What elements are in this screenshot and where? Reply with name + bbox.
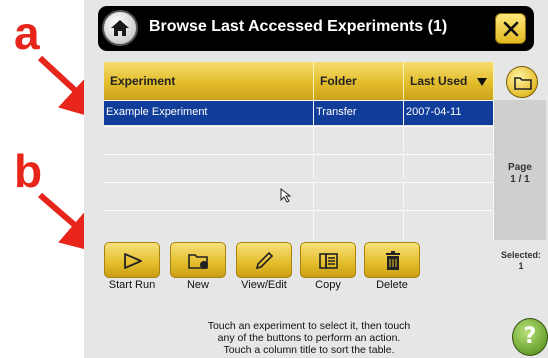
table-row-empty[interactable] bbox=[104, 154, 495, 179]
cell-empty bbox=[404, 127, 494, 151]
title-bar: Browse Last Accessed Experiments (1) bbox=[98, 6, 534, 51]
view-edit-button[interactable] bbox=[236, 242, 292, 278]
start-run-label: Start Run bbox=[108, 279, 156, 291]
cell-empty bbox=[104, 127, 314, 151]
selected-count: 1 bbox=[518, 261, 524, 271]
page-number: 1 / 1 bbox=[510, 174, 530, 185]
cell-empty bbox=[314, 211, 404, 240]
mouse-pointer-icon bbox=[280, 188, 292, 203]
column-label: Experiment bbox=[110, 74, 176, 88]
copy-icon bbox=[319, 253, 338, 269]
delete-button[interactable] bbox=[364, 242, 420, 278]
delete-label: Delete bbox=[376, 279, 408, 291]
start-run-button[interactable] bbox=[104, 242, 160, 278]
table-row-empty[interactable] bbox=[104, 182, 495, 207]
column-label: Folder bbox=[320, 74, 357, 88]
copy-button[interactable] bbox=[300, 242, 356, 278]
cell-empty bbox=[104, 155, 314, 179]
column-header-folder[interactable]: Folder bbox=[314, 62, 404, 100]
new-button[interactable] bbox=[170, 242, 226, 278]
table-row[interactable]: Example Experiment Transfer 2007-04-11 bbox=[104, 100, 495, 125]
column-header-last-used[interactable]: Last Used bbox=[404, 62, 494, 100]
pager-panel: Page 1 / 1 bbox=[494, 100, 546, 240]
help-button[interactable]: ? bbox=[512, 318, 548, 356]
cell-folder: Transfer bbox=[314, 101, 404, 125]
sort-down-icon bbox=[477, 78, 487, 86]
home-icon bbox=[111, 20, 129, 36]
new-label: New bbox=[186, 279, 209, 291]
page-label: Page bbox=[508, 162, 532, 173]
instruction-line: any of the buttons to perform an action. bbox=[217, 332, 401, 344]
column-label: Last Used bbox=[410, 74, 468, 88]
view-edit-label: View/Edit bbox=[241, 279, 287, 291]
new-folder-icon bbox=[188, 254, 208, 269]
close-icon bbox=[503, 21, 519, 37]
cell-empty bbox=[404, 183, 494, 207]
cell-empty bbox=[404, 155, 494, 179]
page-title: Browse Last Accessed Experiments (1) bbox=[149, 18, 448, 35]
cell-last-used: 2007-04-11 bbox=[404, 101, 494, 125]
folder-icon bbox=[514, 77, 532, 90]
cell-empty bbox=[104, 211, 314, 240]
cell-empty bbox=[404, 211, 494, 240]
close-button[interactable] bbox=[495, 13, 526, 44]
pencil-icon bbox=[255, 251, 274, 270]
cell-empty bbox=[314, 127, 404, 151]
home-button[interactable] bbox=[102, 10, 138, 46]
selected-label: Selected: bbox=[500, 250, 542, 260]
table-row-empty[interactable] bbox=[104, 126, 495, 151]
instruction-line: Touch an experiment to select it, then t… bbox=[207, 320, 411, 332]
trash-icon bbox=[386, 251, 400, 270]
cell-empty bbox=[314, 155, 404, 179]
play-icon bbox=[124, 253, 142, 269]
browse-folder-button[interactable] bbox=[506, 66, 538, 98]
instructions: Touch an experiment to select it, then t… bbox=[144, 320, 474, 356]
instruction-line: Touch a column title to sort the table. bbox=[223, 344, 395, 356]
column-header-experiment[interactable]: Experiment bbox=[104, 62, 314, 100]
copy-label: Copy bbox=[315, 279, 341, 291]
cell-empty bbox=[314, 183, 404, 207]
help-icon: ? bbox=[523, 324, 537, 349]
table-row-empty[interactable] bbox=[104, 210, 495, 240]
screen: Browse Last Accessed Experiments (1) Exp… bbox=[84, 0, 548, 358]
cell-experiment: Example Experiment bbox=[104, 101, 314, 125]
